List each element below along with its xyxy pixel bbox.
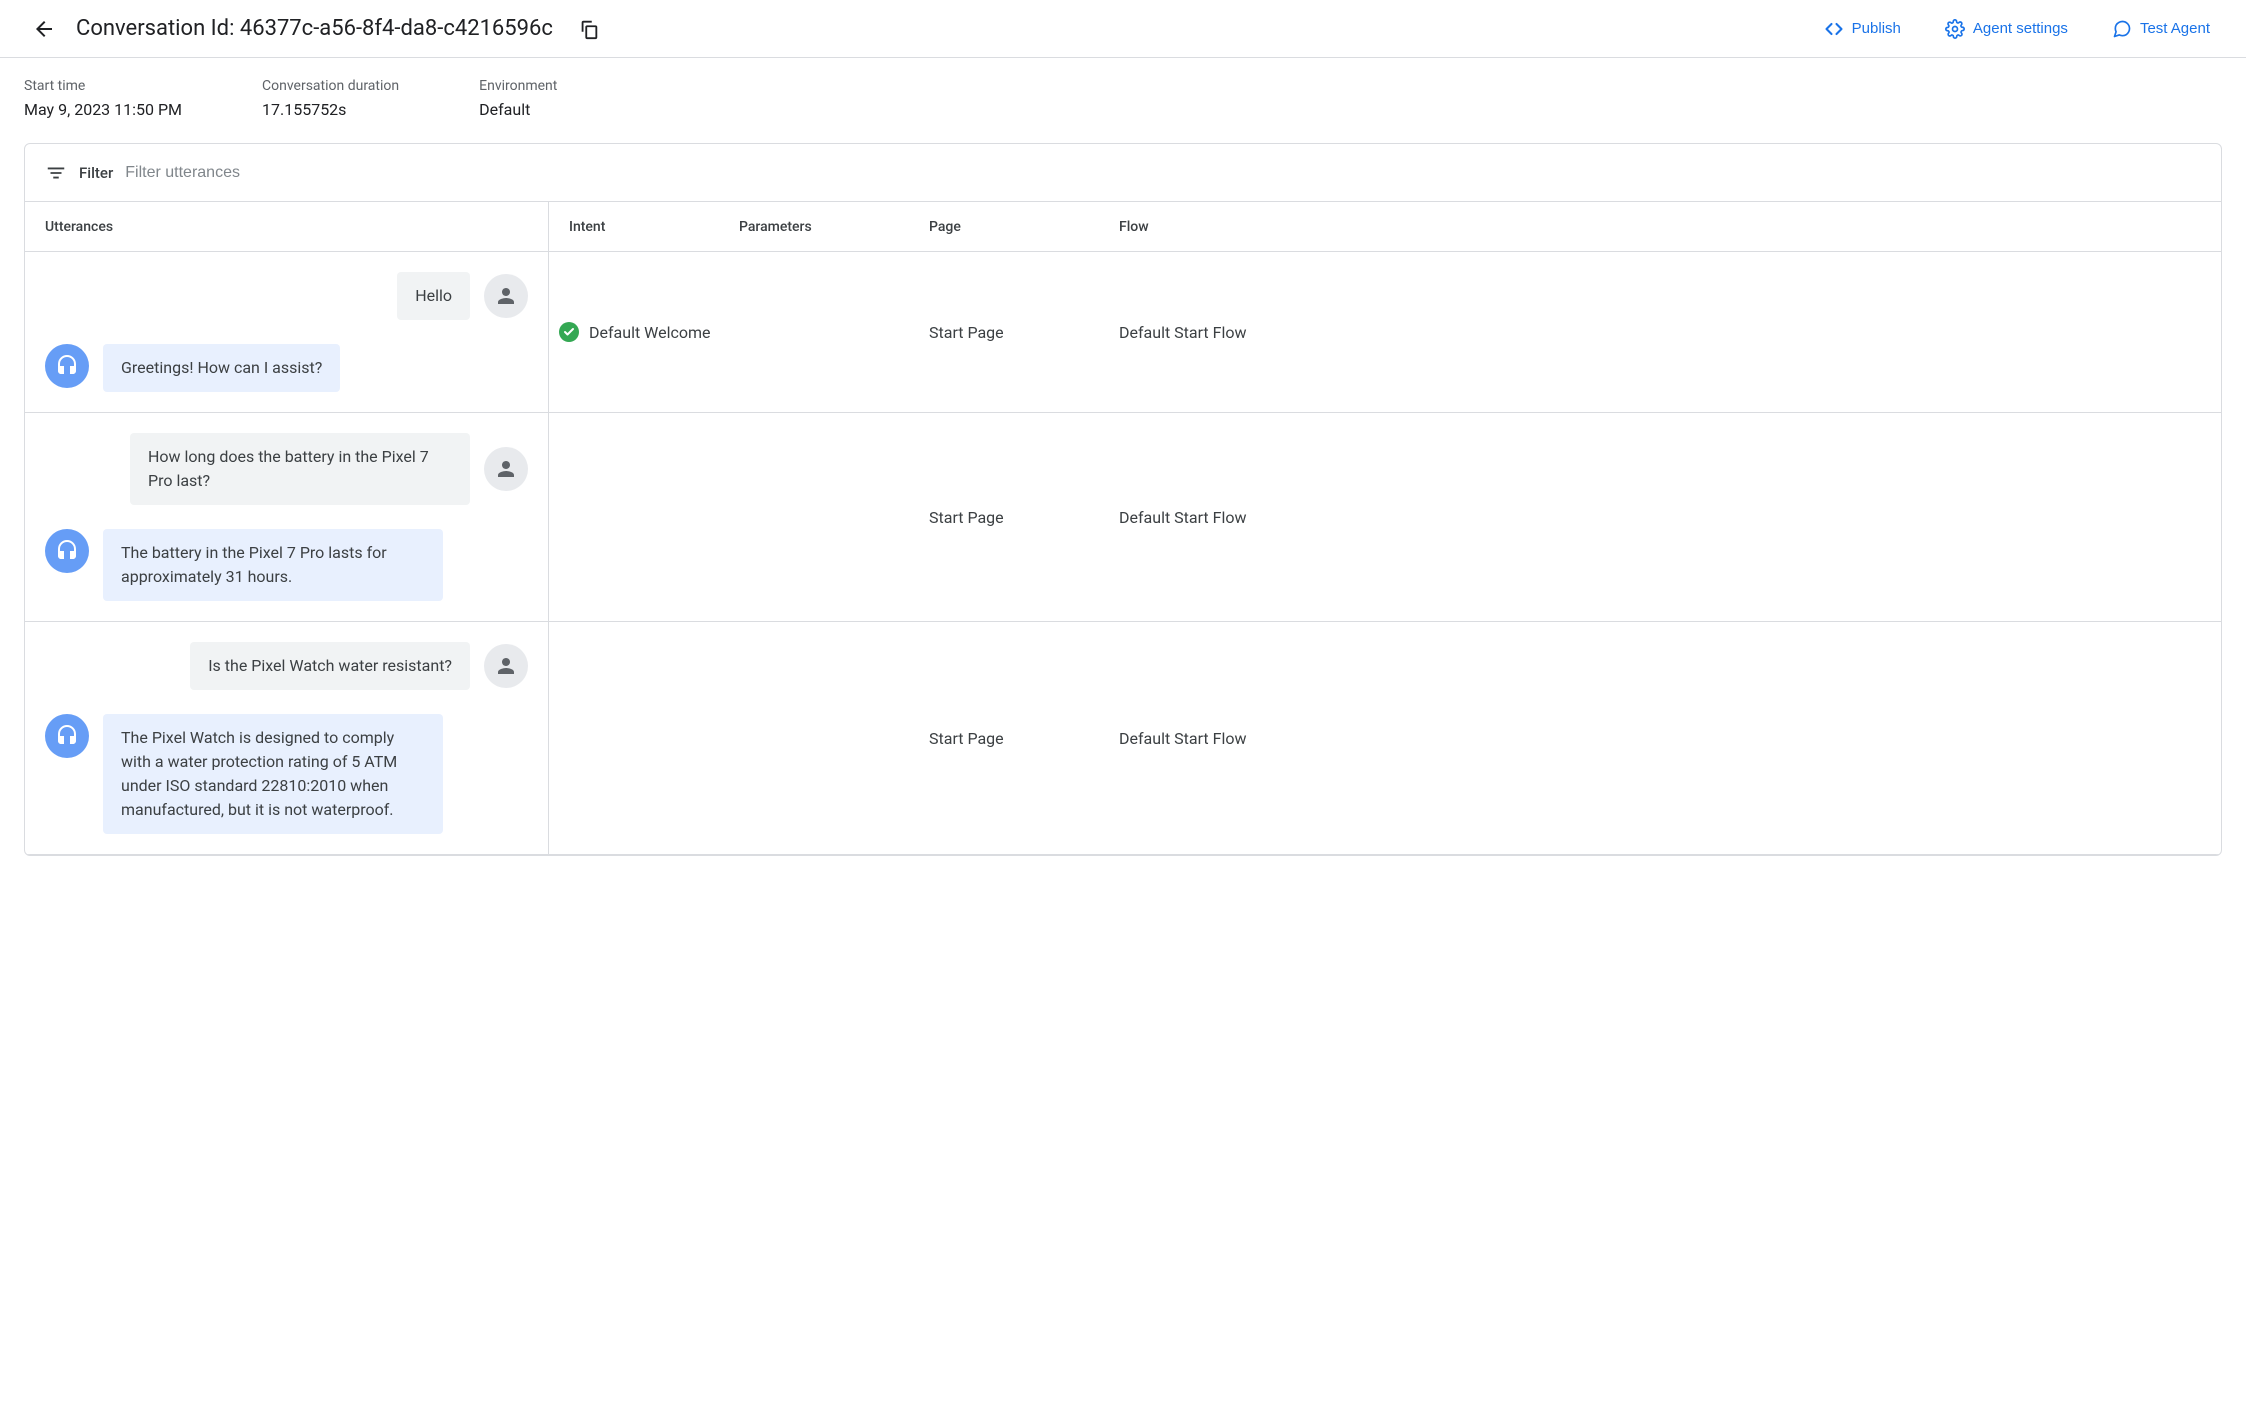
turn-details: Start PageDefault Start Flow bbox=[549, 413, 2221, 621]
table-header: Utterances Intent Parameters Page Flow bbox=[25, 202, 2221, 252]
test-agent-label: Test Agent bbox=[2140, 20, 2210, 37]
user-message-bubble: How long does the battery in the Pixel 7… bbox=[130, 433, 470, 505]
chat-icon bbox=[2112, 19, 2132, 39]
start-time-value: May 9, 2023 11:50 PM bbox=[24, 100, 182, 119]
turn-utterances: How long does the battery in the Pixel 7… bbox=[25, 413, 549, 621]
publish-button[interactable]: Publish bbox=[1812, 11, 1913, 47]
turn-details: Default Welcome Start PageDefault Start F… bbox=[549, 252, 2221, 412]
headset-icon bbox=[45, 529, 89, 573]
copy-icon bbox=[578, 18, 600, 40]
turn-row[interactable]: Hello Greetings! How can I assist? Default… bbox=[25, 252, 2221, 413]
col-header-parameters: Parameters bbox=[739, 219, 929, 235]
agent-settings-label: Agent settings bbox=[1973, 20, 2068, 37]
headset-icon bbox=[45, 344, 89, 388]
flow-cell: Default Start Flow bbox=[1119, 323, 2221, 342]
filter-icon bbox=[45, 162, 67, 184]
user-message-bubble: Is the Pixel Watch water resistant? bbox=[190, 642, 470, 690]
arrow-back-icon bbox=[32, 17, 56, 41]
user-message-bubble: Hello bbox=[397, 272, 470, 320]
turn-row[interactable]: How long does the battery in the Pixel 7… bbox=[25, 413, 2221, 622]
environment-label: Environment bbox=[479, 78, 557, 94]
meta-environment: Environment Default bbox=[479, 78, 557, 119]
filter-bar: Filter bbox=[25, 144, 2221, 202]
code-icon bbox=[1824, 19, 1844, 39]
agent-settings-button[interactable]: Agent settings bbox=[1933, 11, 2080, 47]
flow-cell: Default Start Flow bbox=[1119, 729, 2221, 748]
turns-container: Hello Greetings! How can I assist? Default… bbox=[25, 252, 2221, 855]
flow-cell: Default Start Flow bbox=[1119, 508, 2221, 527]
turn-utterances: Hello Greetings! How can I assist? bbox=[25, 252, 549, 412]
page-cell: Start Page bbox=[929, 729, 1119, 748]
col-header-page: Page bbox=[929, 219, 1119, 235]
agent-message-bubble: Greetings! How can I assist? bbox=[103, 344, 340, 392]
col-header-intent: Intent bbox=[549, 219, 739, 235]
agent-message-row: The Pixel Watch is designed to comply wi… bbox=[45, 714, 528, 834]
col-header-flow: Flow bbox=[1119, 219, 2221, 235]
page-cell: Start Page bbox=[929, 508, 1119, 527]
headset-icon bbox=[45, 714, 89, 758]
person-icon bbox=[484, 274, 528, 318]
turn-row[interactable]: Is the Pixel Watch water resistant? The P… bbox=[25, 622, 2221, 855]
user-message-row: Hello bbox=[45, 272, 528, 320]
filter-input[interactable] bbox=[125, 164, 2201, 182]
person-icon bbox=[484, 644, 528, 688]
agent-message-bubble: The Pixel Watch is designed to comply wi… bbox=[103, 714, 443, 834]
user-message-row: Is the Pixel Watch water resistant? bbox=[45, 642, 528, 690]
agent-message-bubble: The battery in the Pixel 7 Pro lasts for… bbox=[103, 529, 443, 601]
back-button[interactable] bbox=[24, 9, 64, 49]
intent-cell: Default Welcome bbox=[549, 322, 739, 342]
intent-text: Default Welcome bbox=[589, 323, 711, 342]
page-header: Conversation Id: 46377c-a56-8f4-da8-c421… bbox=[0, 0, 2246, 58]
turn-details: Start PageDefault Start Flow bbox=[549, 622, 2221, 854]
user-message-row: How long does the battery in the Pixel 7… bbox=[45, 433, 528, 505]
agent-message-row: Greetings! How can I assist? bbox=[45, 344, 528, 392]
environment-value: Default bbox=[479, 100, 557, 119]
page-title: Conversation Id: 46377c-a56-8f4-da8-c421… bbox=[76, 16, 553, 41]
meta-duration: Conversation duration 17.155752s bbox=[262, 78, 399, 119]
conversation-meta: Start time May 9, 2023 11:50 PM Conversa… bbox=[0, 58, 2246, 143]
publish-label: Publish bbox=[1852, 20, 1901, 37]
test-agent-button[interactable]: Test Agent bbox=[2100, 11, 2222, 47]
person-icon bbox=[484, 447, 528, 491]
meta-start-time: Start time May 9, 2023 11:50 PM bbox=[24, 78, 182, 119]
check-icon bbox=[559, 322, 579, 342]
filter-label: Filter bbox=[79, 164, 113, 182]
copy-id-button[interactable] bbox=[569, 9, 609, 49]
start-time-label: Start time bbox=[24, 78, 182, 94]
agent-message-row: The battery in the Pixel 7 Pro lasts for… bbox=[45, 529, 528, 601]
conversation-panel: Filter Utterances Intent Parameters Page… bbox=[24, 143, 2222, 856]
turn-utterances: Is the Pixel Watch water resistant? The P… bbox=[25, 622, 549, 854]
page-cell: Start Page bbox=[929, 323, 1119, 342]
gear-icon bbox=[1945, 19, 1965, 39]
duration-label: Conversation duration bbox=[262, 78, 399, 94]
duration-value: 17.155752s bbox=[262, 100, 399, 119]
col-header-utterances: Utterances bbox=[25, 202, 549, 251]
